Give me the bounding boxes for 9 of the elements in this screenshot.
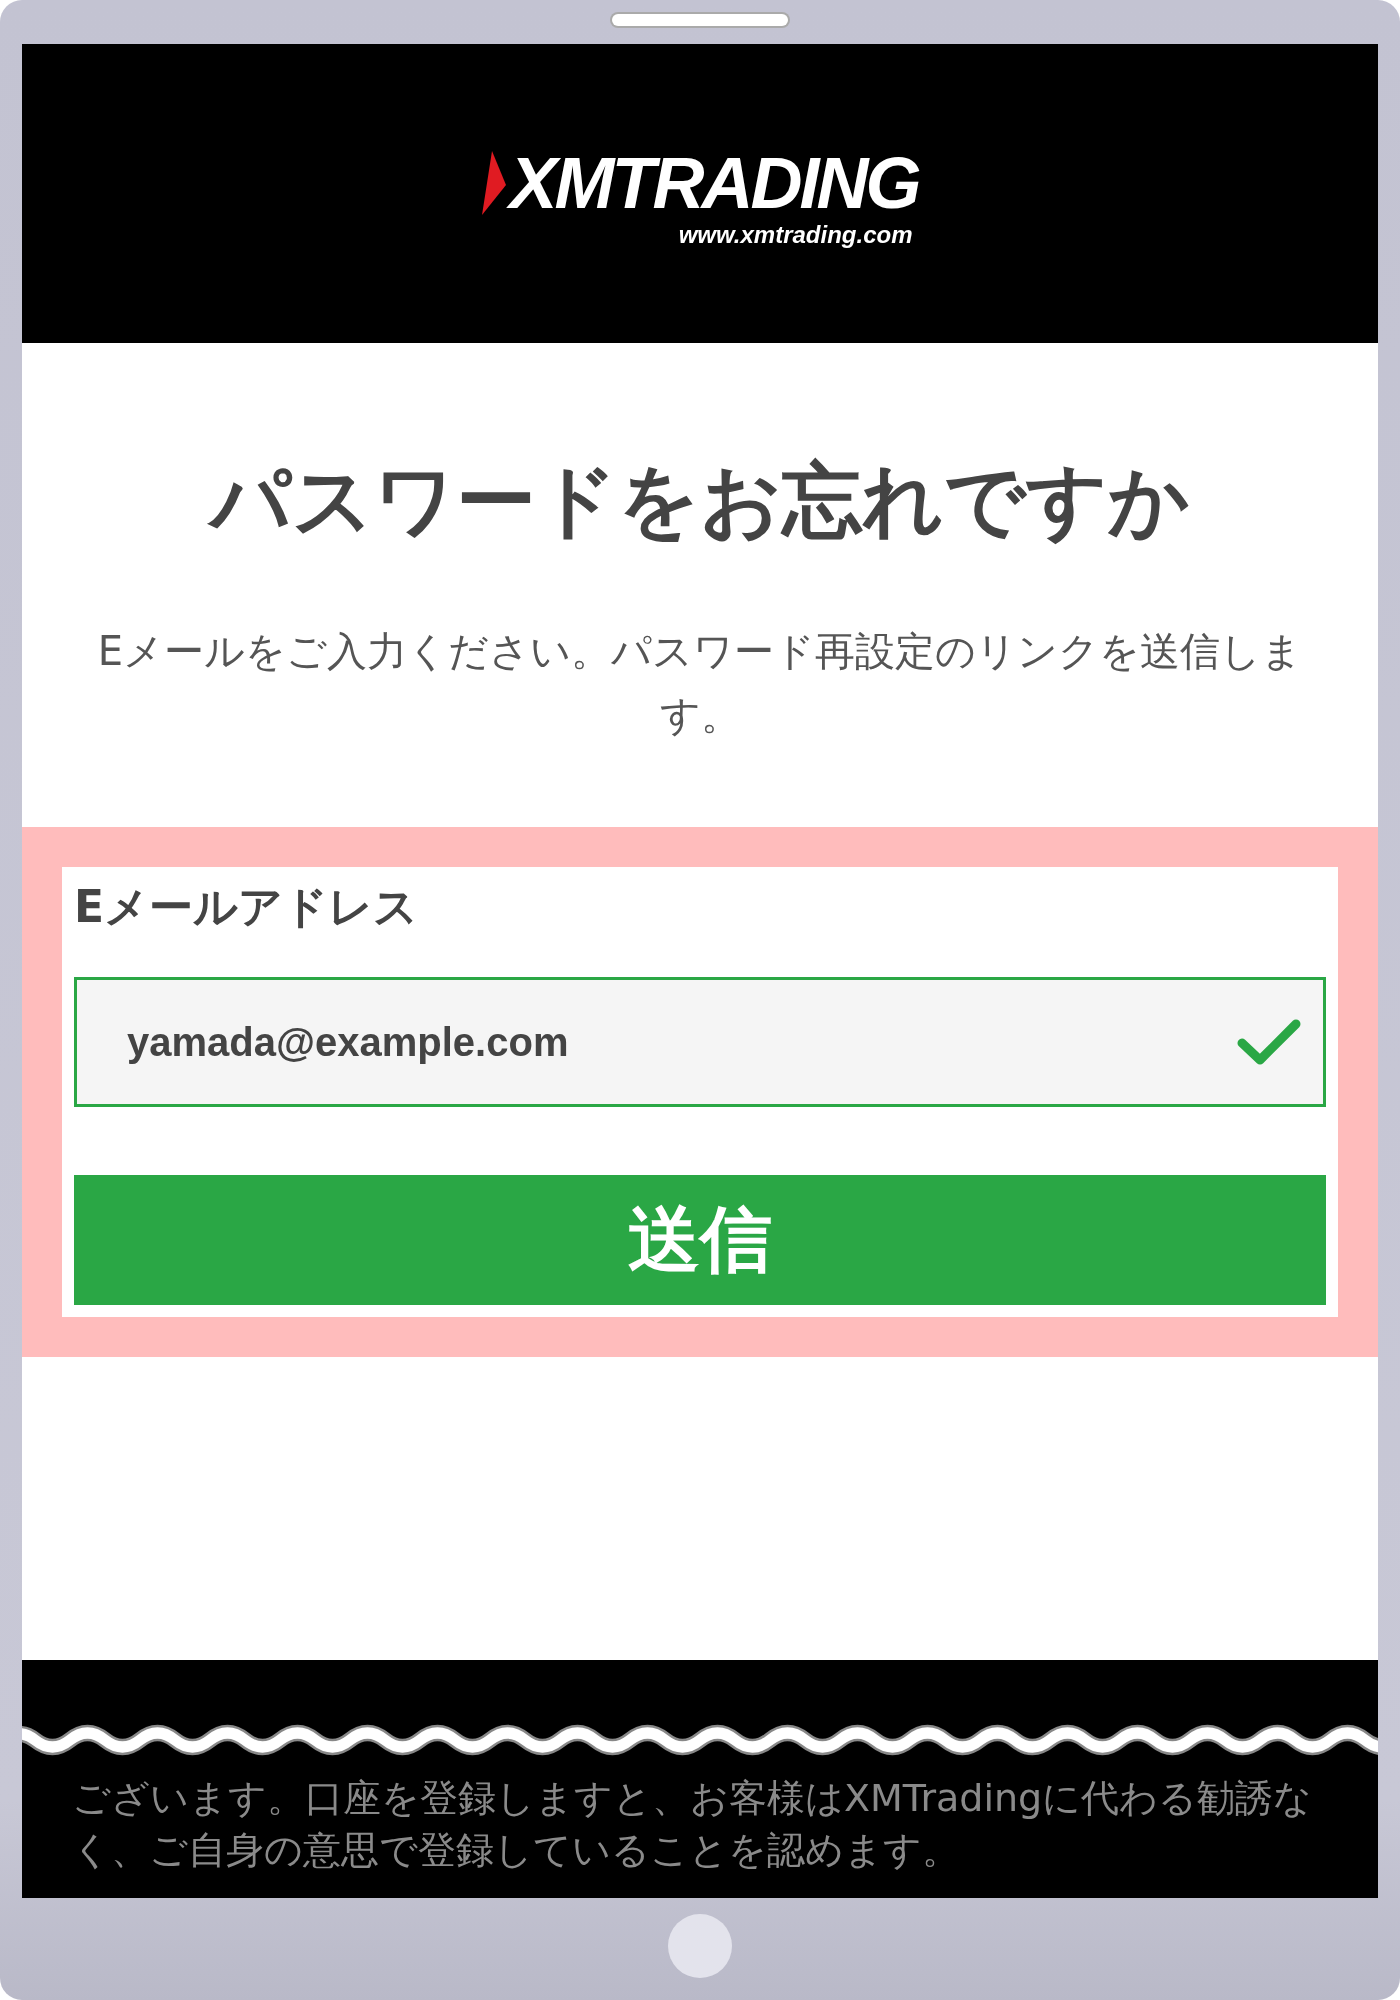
page-title: パスワードをお忘れですか [22,453,1378,549]
email-input-field[interactable]: yamada@example.com [74,977,1326,1107]
logo-mark-icon [481,150,506,215]
logo-url: www.xmtrading.com [678,220,913,249]
speaker-slot-icon [612,14,788,26]
description-text: Eメールをご入力ください。パスワード再設定のリンクを送信します。 [96,627,1304,740]
footer-text: ございます。口座を登録しますと、お客様はXMTradingに代わる勧誘なく、ご自身の意思で登録していることを認めます。 [72,1775,1314,1874]
email-label: Eメールアドレス [74,880,420,934]
check-icon [1236,1017,1302,1067]
